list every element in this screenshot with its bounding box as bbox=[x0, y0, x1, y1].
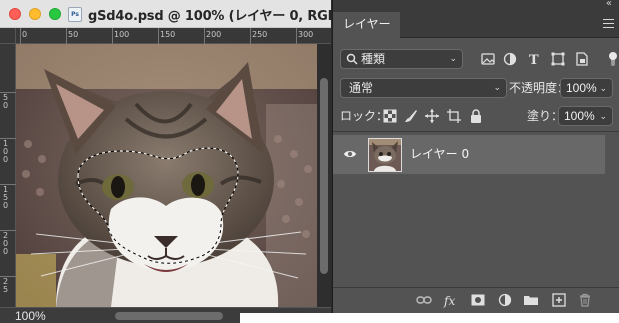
opacity-field[interactable]: 100% ⌄ bbox=[560, 78, 613, 98]
ruler-label: 1 5 0 bbox=[3, 185, 9, 210]
adjustment-filter-icon[interactable] bbox=[502, 51, 518, 67]
ruler-label: 250 bbox=[252, 30, 268, 39]
desktop-edge bbox=[240, 313, 619, 323]
eye-visibility-icon[interactable] bbox=[343, 148, 357, 160]
ruler-label: 200 bbox=[206, 30, 222, 39]
horizontal-scroll-thumb[interactable] bbox=[115, 312, 223, 320]
fx-icon[interactable]: fx bbox=[443, 292, 459, 308]
vertical-scrollbar[interactable] bbox=[317, 44, 331, 307]
panel-tabbar: レイヤー bbox=[333, 12, 619, 38]
ruler-label: 50 bbox=[68, 30, 79, 39]
lock-image-pixels-icon[interactable] bbox=[403, 108, 419, 124]
svg-text:fx: fx bbox=[443, 294, 455, 308]
lock-artboard-icon[interactable] bbox=[446, 108, 462, 124]
collapse-panel-icon[interactable]: « bbox=[606, 0, 612, 9]
zoom-window-button[interactable] bbox=[49, 8, 61, 20]
blend-mode-select[interactable]: 通常 ⌄ bbox=[340, 78, 507, 98]
ruler-label: 100 bbox=[114, 30, 130, 39]
lock-position-icon[interactable] bbox=[424, 108, 440, 124]
trash-icon[interactable] bbox=[577, 292, 593, 308]
lock-transparent-pixels-icon[interactable] bbox=[382, 108, 398, 124]
add-mask-icon[interactable] bbox=[470, 292, 486, 308]
link-layers-icon[interactable] bbox=[416, 292, 432, 308]
layer-thumbnail-image bbox=[369, 139, 401, 171]
smart-object-filter-icon[interactable] bbox=[574, 51, 590, 67]
layers-list[interactable]: レイヤー 0 bbox=[333, 131, 619, 287]
chevron-down-icon: ⌄ bbox=[599, 111, 607, 121]
layer-name[interactable]: レイヤー 0 bbox=[410, 135, 469, 174]
ruler-label: 150 bbox=[160, 30, 176, 39]
type-filter-icon[interactable]: T bbox=[526, 51, 542, 67]
ruler-label: 1 0 0 bbox=[3, 139, 9, 164]
chevron-down-icon: ⌄ bbox=[493, 83, 501, 93]
layer-thumbnail[interactable] bbox=[368, 138, 402, 172]
new-layer-icon[interactable] bbox=[551, 292, 567, 308]
psd-file-icon: Ps bbox=[68, 7, 82, 22]
blend-mode-value: 通常 bbox=[349, 81, 374, 95]
opacity-value: 100% bbox=[566, 81, 597, 95]
lock-label: ロック： bbox=[340, 109, 389, 123]
document-titlebar[interactable]: Ps gSd4o.psd @ 100% (レイヤー 0, RGB... bbox=[0, 0, 352, 28]
image-filter-icon[interactable] bbox=[480, 51, 496, 67]
ruler-label: 300 bbox=[298, 30, 314, 39]
photoshop-workspace: Ps gSd4o.psd @ 100% (レイヤー 0, RGB... 0 50… bbox=[0, 0, 619, 323]
panel-menu-icon[interactable] bbox=[603, 19, 614, 29]
layer-filter-select[interactable]: 種類 ⌄ bbox=[340, 49, 463, 69]
chevron-down-icon: ⌄ bbox=[449, 54, 457, 64]
vertical-ruler[interactable]: 5 0 1 0 0 1 5 0 2 0 0 2 5 bbox=[0, 44, 16, 307]
minimize-window-button[interactable] bbox=[29, 8, 41, 20]
horizontal-ruler[interactable]: 0 50 100 150 200 250 300 bbox=[16, 28, 331, 44]
tab-layers[interactable]: レイヤー bbox=[333, 12, 400, 38]
filter-toggle-switch[interactable] bbox=[609, 52, 617, 60]
new-group-icon[interactable] bbox=[523, 292, 539, 308]
document-window: Ps gSd4o.psd @ 100% (レイヤー 0, RGB... 0 50… bbox=[0, 0, 352, 323]
svg-text:T: T bbox=[529, 53, 539, 67]
chevron-down-icon: ⌄ bbox=[599, 83, 607, 93]
document-title: gSd4o.psd @ 100% (レイヤー 0, RGB... bbox=[88, 9, 352, 24]
shape-filter-icon[interactable] bbox=[550, 51, 566, 67]
fill-value: 100% bbox=[564, 109, 595, 123]
ruler-label: 2 5 bbox=[3, 277, 9, 294]
lock-all-icon[interactable] bbox=[468, 108, 484, 124]
filter-kind-label: 種類 bbox=[361, 52, 386, 66]
fill-field[interactable]: 100% ⌄ bbox=[558, 106, 613, 126]
cat-photo bbox=[16, 44, 317, 307]
zoom-level[interactable]: 100% bbox=[15, 309, 46, 323]
close-window-button[interactable] bbox=[9, 8, 21, 20]
ruler-label: 0 bbox=[22, 30, 28, 39]
layer-row[interactable]: レイヤー 0 bbox=[333, 135, 605, 174]
layers-panel: « レイヤー 種類 ⌄ T 通常 ⌄ 不透明度： 100% ⌄ ロック： 塗り：… bbox=[332, 0, 619, 323]
adjustment-layer-icon[interactable] bbox=[497, 292, 513, 308]
ruler-label: 5 0 bbox=[3, 93, 9, 110]
panel-header-strip: « bbox=[333, 0, 619, 12]
ruler-origin[interactable] bbox=[0, 28, 16, 44]
search-icon bbox=[346, 53, 358, 65]
vertical-scroll-thumb[interactable] bbox=[320, 78, 328, 274]
ruler-label: 2 0 0 bbox=[3, 231, 9, 256]
document-canvas[interactable] bbox=[16, 44, 317, 307]
